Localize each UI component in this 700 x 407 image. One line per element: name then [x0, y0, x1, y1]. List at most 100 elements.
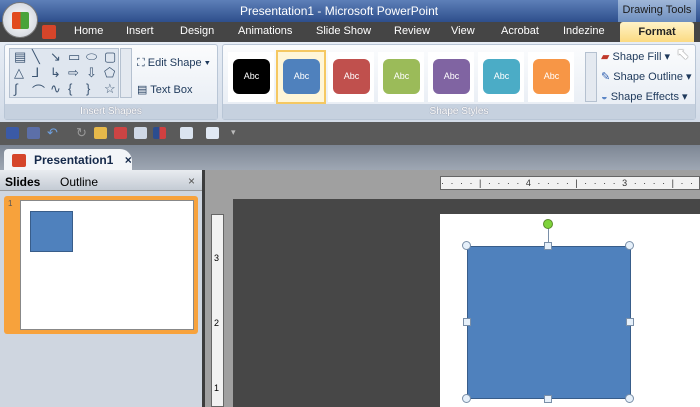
styles-scrollbar[interactable]	[585, 52, 597, 102]
tab-outline[interactable]: Outline	[60, 175, 98, 189]
tab-review[interactable]: Review	[394, 25, 430, 37]
save-as-icon[interactable]	[27, 127, 40, 139]
tab-indezine[interactable]: Indezine	[563, 25, 605, 37]
rounded-rect-shape-icon[interactable]: ▢	[104, 49, 116, 65]
star-shape-icon[interactable]: ☆	[104, 81, 116, 97]
resize-handle-bottom-left[interactable]	[462, 394, 471, 403]
edit-shape-button[interactable]: ⛶ Edit Shape ▾	[137, 57, 210, 70]
mouse-cursor-icon: ⬉	[676, 46, 690, 63]
undo-icon[interactable]: ↶	[47, 125, 60, 140]
shape-styles-group: Abc Abc Abc Abc Abc Abc Abc ▰ Shape Fill ▾ ✎ S…	[222, 44, 696, 120]
document-tab[interactable]: Presentation1 ×	[4, 149, 132, 171]
style-swatch[interactable]: Abc	[428, 52, 474, 102]
office-button[interactable]	[2, 2, 38, 38]
arrow-line-shape-icon[interactable]: ↘	[50, 49, 61, 65]
swatch-preview: Abc	[433, 59, 470, 94]
resize-handle-right[interactable]	[626, 318, 634, 326]
tab-format[interactable]: Format	[620, 22, 694, 43]
line-shape-icon[interactable]: ╲	[32, 49, 40, 65]
rotation-handle[interactable]	[543, 219, 553, 229]
tab-view[interactable]: View	[451, 25, 475, 37]
pencil-icon: ✎	[601, 71, 614, 83]
save-icon[interactable]	[6, 127, 19, 139]
ribbon: ▤ ╲ ↘ ▭ ⬭ ▢ △ ⅃ ↳ ⇨ ⇩ ⬠ ∫ ⌒ ∿ { } ☆ ⛶ Ed…	[0, 42, 700, 122]
swatch-preview: Abc	[333, 59, 370, 94]
vertical-ruler[interactable]: 3 2 1	[211, 214, 224, 407]
shape-icon[interactable]	[206, 127, 219, 139]
flowchart-shape-icon[interactable]: ⬠	[104, 65, 115, 81]
down-arrow-shape-icon[interactable]: ⇩	[86, 65, 97, 81]
freeform-shape-icon[interactable]: ∫	[14, 81, 18, 96]
resize-handle-left[interactable]	[463, 318, 471, 326]
curve-shape-icon[interactable]: ∿	[50, 81, 61, 97]
slide-thumbnail[interactable]: 1	[4, 196, 198, 334]
open-icon[interactable]	[94, 127, 107, 139]
resize-handle-top-left[interactable]	[462, 241, 471, 250]
right-arrow-shape-icon[interactable]: ⇨	[68, 65, 79, 81]
selected-rectangle-shape[interactable]	[467, 246, 631, 399]
textbox-shape-icon[interactable]: ▤	[14, 49, 26, 65]
style-swatch[interactable]: Abc	[478, 52, 524, 102]
color-icon[interactable]	[153, 127, 166, 139]
tab-slides[interactable]: Slides	[5, 175, 40, 189]
style-swatch[interactable]: Abc	[276, 50, 326, 104]
new-slide-icon[interactable]	[114, 127, 127, 139]
panel-tabs: Slides Outline ×	[0, 170, 202, 191]
swatch-preview: Abc	[283, 59, 320, 94]
document-tab-bar: Presentation1 ×	[0, 145, 700, 171]
resize-handle-bottom[interactable]	[544, 395, 552, 403]
text-box-button[interactable]: ▤ Text Box	[137, 83, 192, 96]
tab-design[interactable]: Design	[180, 25, 214, 37]
tab-home[interactable]: Home	[74, 25, 103, 37]
resize-handle-top-right[interactable]	[625, 241, 634, 250]
redo-icon[interactable]: ↻	[76, 125, 89, 140]
triangle-shape-icon[interactable]: △	[14, 65, 24, 81]
drawing-tools-label: Drawing Tools	[618, 0, 696, 22]
style-swatch[interactable]: Abc	[228, 52, 274, 102]
shapes-gallery[interactable]: ▤ ╲ ↘ ▭ ⬭ ▢ △ ⅃ ↳ ⇨ ⇩ ⬠ ∫ ⌒ ∿ { } ☆	[9, 48, 119, 100]
align-icon[interactable]	[180, 127, 193, 139]
insert-shapes-label: Insert Shapes	[5, 104, 217, 119]
swatch-preview: Abc	[483, 59, 520, 94]
thumbnail-slide	[20, 200, 194, 330]
effects-icon: ◒	[601, 91, 611, 103]
shape-effects-button[interactable]: ◒ Shape Effects ▾	[601, 90, 688, 103]
resize-handle-top[interactable]	[544, 242, 552, 250]
right-brace-shape-icon[interactable]: }	[86, 81, 90, 96]
close-document-icon[interactable]: ×	[125, 153, 132, 167]
swatch-preview: Abc	[533, 59, 570, 94]
shape-fill-button[interactable]: ▰ Shape Fill ▾	[601, 50, 670, 63]
rectangle-shape-icon[interactable]: ▭	[68, 49, 80, 65]
swatch-preview: Abc	[383, 59, 420, 94]
oval-shape-icon[interactable]: ⬭	[86, 49, 97, 65]
resize-handle-bottom-right[interactable]	[625, 394, 634, 403]
tab-insert[interactable]: Insert	[126, 25, 154, 37]
elbow-connector-icon[interactable]: ⅃	[32, 65, 39, 81]
style-swatch[interactable]: Abc	[528, 52, 574, 102]
slide-show-icon[interactable]	[134, 127, 147, 139]
style-swatch[interactable]: Abc	[328, 52, 374, 102]
tab-slide-show[interactable]: Slide Show	[316, 25, 371, 37]
slide-number: 1	[8, 199, 13, 208]
elbow-arrow-icon[interactable]: ↳	[50, 65, 61, 81]
shape-outline-button[interactable]: ✎ Shape Outline ▾	[601, 70, 692, 83]
office-logo-icon	[12, 12, 29, 29]
close-panel-icon[interactable]: ×	[188, 174, 195, 188]
arc-shape-icon[interactable]: ⌒	[32, 81, 45, 100]
gallery-scrollbar[interactable]	[120, 48, 132, 98]
paint-bucket-icon: ▰	[601, 51, 613, 63]
style-swatch[interactable]: Abc	[378, 52, 424, 102]
ppt-file-icon	[12, 154, 26, 167]
customize-qat-icon[interactable]: ▾	[231, 127, 244, 139]
tab-acrobat[interactable]: Acrobat	[501, 25, 539, 37]
edit-shape-icon: ⛶	[137, 57, 148, 69]
left-brace-shape-icon[interactable]: {	[68, 81, 72, 96]
insert-shapes-group: ▤ ╲ ↘ ▭ ⬭ ▢ △ ⅃ ↳ ⇨ ⇩ ⬠ ∫ ⌒ ∿ { } ☆ ⛶ Ed…	[4, 44, 218, 120]
horizontal-ruler[interactable]: · · · · | · · · · 4 · · · · | · · · · 3 …	[440, 176, 700, 190]
slides-panel: Slides Outline × 1	[0, 170, 202, 407]
acrobat-icon[interactable]	[42, 25, 56, 39]
swatch-preview: Abc	[233, 59, 270, 94]
tab-animations[interactable]: Animations	[238, 25, 292, 37]
ribbon-tabs: Home Insert Design Animations Slide Show…	[0, 22, 700, 42]
text-box-icon: ▤	[137, 84, 151, 96]
